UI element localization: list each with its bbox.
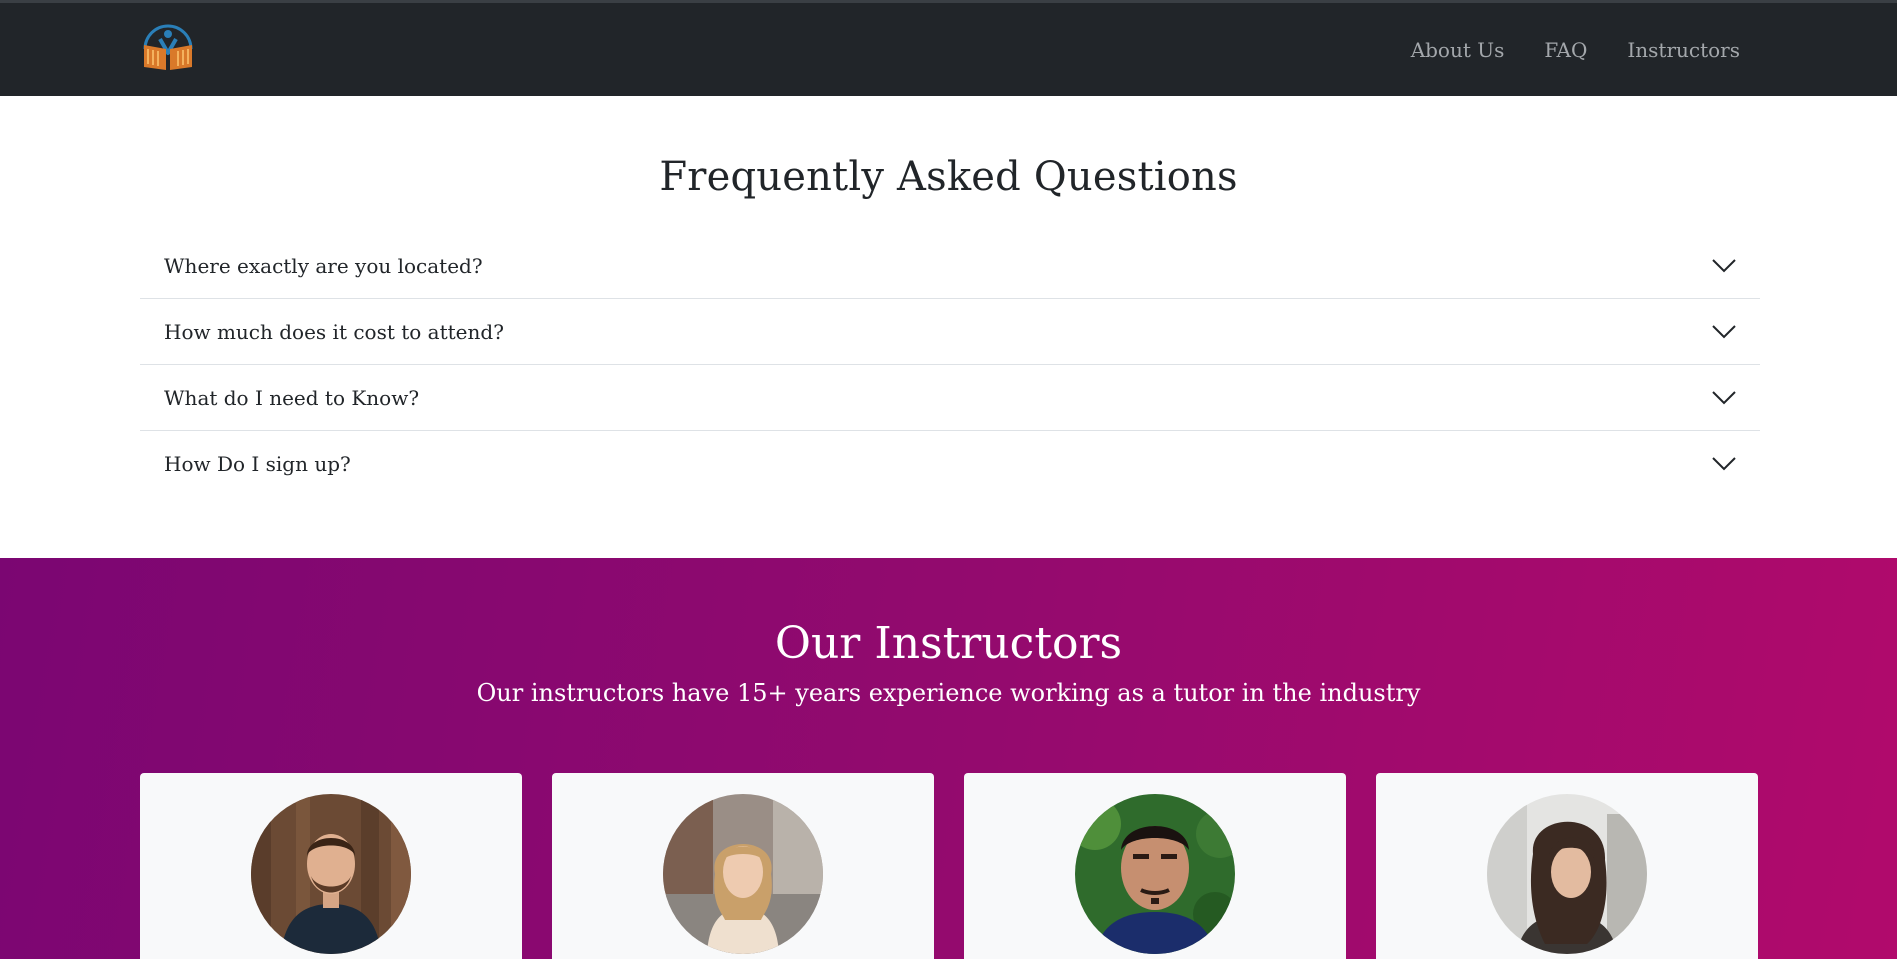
instructor-card[interactable] bbox=[1376, 773, 1758, 959]
instructor-avatar bbox=[1075, 794, 1235, 954]
instructors-subtitle: Our instructors have 15+ years experienc… bbox=[476, 679, 1421, 707]
instructor-cards bbox=[140, 773, 1760, 959]
faq-item-signup[interactable]: How Do I sign up? bbox=[140, 431, 1760, 497]
nav-links: About Us FAQ Instructors bbox=[1411, 3, 1740, 96]
nav-link-instructors[interactable]: Instructors bbox=[1627, 38, 1740, 62]
instructor-card[interactable] bbox=[964, 773, 1346, 959]
navbar: About Us FAQ Instructors bbox=[0, 3, 1897, 96]
chevron-down-icon bbox=[1712, 324, 1736, 338]
faq-question: What do I need to Know? bbox=[164, 385, 420, 410]
instructor-card[interactable] bbox=[552, 773, 934, 959]
faq-question: Where exactly are you located? bbox=[164, 253, 483, 278]
nav-link-about-us[interactable]: About Us bbox=[1411, 38, 1505, 62]
faq-section: Frequently Asked Questions Where exactly… bbox=[0, 96, 1897, 558]
instructor-avatar bbox=[251, 794, 411, 954]
instructor-avatar bbox=[1487, 794, 1647, 954]
faq-question: How Do I sign up? bbox=[164, 452, 351, 476]
faq-item-location[interactable]: Where exactly are you located? bbox=[140, 233, 1760, 299]
faq-accordion: Where exactly are you located? How much … bbox=[140, 233, 1760, 497]
instructors-title: Our Instructors bbox=[774, 618, 1123, 669]
faq-question: How much does it cost to attend? bbox=[164, 319, 504, 344]
faq-item-requirements[interactable]: What do I need to Know? bbox=[140, 365, 1760, 431]
faq-title: Frequently Asked Questions bbox=[659, 154, 1238, 200]
chevron-down-icon bbox=[1712, 390, 1736, 404]
chevron-down-icon bbox=[1712, 457, 1736, 471]
chevron-down-icon bbox=[1712, 258, 1736, 272]
nav-link-faq[interactable]: FAQ bbox=[1544, 38, 1587, 62]
faq-item-cost[interactable]: How much does it cost to attend? bbox=[140, 299, 1760, 365]
instructors-section: Our Instructors Our instructors have 15+… bbox=[0, 558, 1897, 959]
instructor-card[interactable] bbox=[140, 773, 522, 959]
instructor-avatar bbox=[663, 794, 823, 954]
logo-icon[interactable] bbox=[139, 23, 197, 73]
